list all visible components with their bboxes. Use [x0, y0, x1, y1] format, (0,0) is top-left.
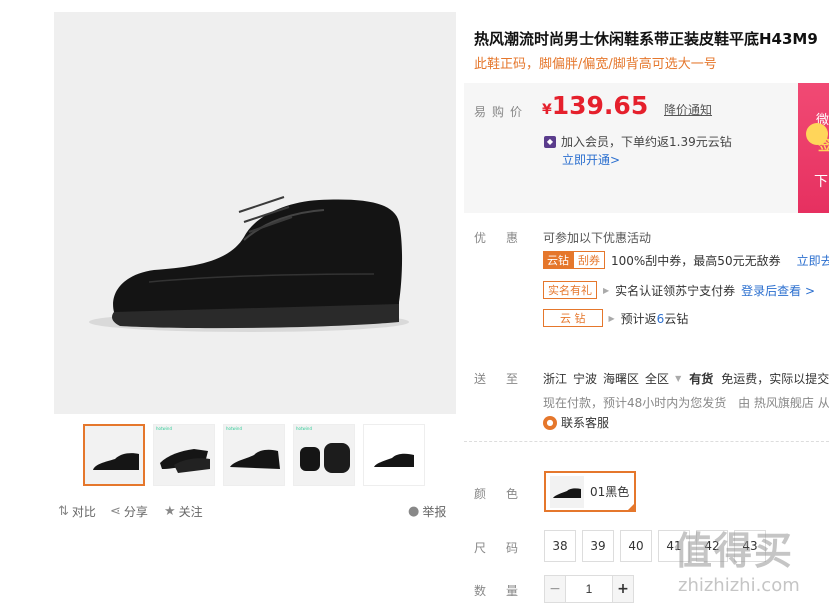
color-option-label: 01黑色: [590, 485, 630, 499]
price-box: 易购价 ¥139.65 降价通知 ◆ 加入会员，下单约返1.39元云钻 立即开通…: [464, 83, 800, 213]
vip-row: ◆ 加入会员，下单约返1.39元云钻: [544, 133, 732, 150]
thumbnail-4[interactable]: hotwind: [293, 424, 355, 486]
thumbnail-3[interactable]: hotwind: [223, 424, 285, 486]
customer-service-link[interactable]: ● 联系客服: [543, 414, 609, 431]
promo-text-suffix: 云钻: [664, 311, 689, 326]
promo-text: 100%刮中券，最高50元无敌券: [611, 253, 781, 268]
share-button[interactable]: ⋖ 分享: [110, 503, 148, 520]
promo-tag: 云钻: [543, 251, 573, 269]
thumbnail-2[interactable]: hotwind: [153, 424, 215, 486]
price-notify-link[interactable]: 降价通知: [664, 101, 712, 118]
star-icon: ★: [164, 504, 176, 519]
region-province: 浙江: [543, 372, 568, 386]
vip-text: 加入会员，下单约返1.39元云钻: [561, 135, 732, 149]
promo-text: 实名认证领苏宁支付券: [615, 283, 736, 298]
main-product-image[interactable]: [54, 12, 456, 414]
chevron-down-icon: ▼: [675, 374, 682, 383]
quantity-label: 数量: [474, 584, 539, 598]
shipping-eta: 现在付款，预计48小时内为您发货: [543, 396, 727, 410]
report-label: 举报: [422, 505, 447, 519]
size-option[interactable]: 39: [582, 530, 614, 562]
info-icon: ●: [408, 504, 420, 519]
watermark-logo: 值得买: [674, 529, 795, 573]
compare-button[interactable]: ⇅ 对比: [58, 503, 96, 520]
promo-banner[interactable]: 微 签 下: [798, 83, 829, 213]
report-button[interactable]: ● 举报: [408, 503, 446, 520]
share-icon: ⋖: [110, 504, 121, 519]
promo-text-prefix: 预计返: [620, 311, 657, 326]
currency-symbol: ¥: [542, 102, 552, 118]
watermark: 值得买 zhizhizhi.com: [674, 520, 800, 596]
customer-service-label: 联系客服: [561, 416, 610, 430]
compare-label: 对比: [71, 505, 96, 519]
thumbnail-5[interactable]: [363, 424, 425, 486]
vip-icon: ◆: [544, 135, 556, 148]
color-option[interactable]: 01黑色: [544, 471, 636, 512]
region-city: 宁波: [573, 372, 598, 386]
follow-button[interactable]: ★ 关注: [164, 503, 203, 520]
caret-right-icon: ▶: [603, 285, 610, 295]
selected-check-icon: [626, 502, 636, 512]
size-option[interactable]: 40: [620, 530, 652, 562]
region-district: 海曙区: [603, 372, 640, 386]
shipping-row: 浙江 宁波 海曙区 全区 ▼ 有货 免运费，实际以提交: [543, 370, 829, 387]
price-value: ¥139.65: [542, 91, 648, 120]
price-label: 易购价: [474, 105, 529, 119]
promo-item: 云 钻 ▶ 预计返6云钻: [543, 309, 688, 327]
promo-tag: 刮券: [573, 251, 605, 269]
promo-link[interactable]: 登录后查看 >: [741, 282, 815, 299]
quantity-decrease-button[interactable]: −: [544, 575, 566, 603]
price-number: 139.65: [551, 91, 649, 120]
promo-text: 预计返6云钻: [621, 310, 689, 327]
share-label: 分享: [123, 505, 148, 519]
seller-info: 由 热风旗舰店 从: [738, 396, 829, 410]
promo-tag: 云 钻: [543, 309, 603, 327]
size-option[interactable]: 38: [544, 530, 576, 562]
promo-tag: 实名有礼: [543, 281, 597, 299]
thumbnail-1[interactable]: [83, 424, 145, 486]
compare-icon: ⇅: [58, 504, 69, 519]
product-subtitle: 此鞋正码，脚偏胖/偏宽/脚背高可选大一号: [474, 57, 717, 72]
caret-right-icon: ▶: [608, 313, 615, 323]
promotions-head: 可参加以下优惠活动: [543, 231, 652, 245]
region-area: 全区: [645, 372, 670, 386]
color-swatch: [550, 475, 584, 508]
quantity-increase-button[interactable]: +: [612, 575, 634, 603]
stock-status: 有货: [689, 372, 714, 386]
promo-item: 云钻 刮券 100%刮中券，最高50元无敌券 立即去: [543, 251, 829, 269]
promo-banner-text-2: 签: [818, 138, 829, 154]
region-selector[interactable]: 浙江 宁波 海曙区 全区 ▼: [543, 370, 681, 387]
color-label: 颜色: [474, 487, 539, 501]
thumbnail-strip: hotwind hotwind hotwind: [83, 424, 425, 486]
promo-link[interactable]: 立即去: [797, 252, 829, 269]
quantity-stepper: − +: [544, 575, 634, 603]
promo-item: 实名有礼 ▶ 实名认证领苏宁支付券 登录后查看 >: [543, 281, 815, 299]
follow-label: 关注: [178, 505, 203, 519]
quantity-input[interactable]: [566, 575, 612, 603]
vip-open-link[interactable]: 立即开通>: [562, 151, 620, 168]
product-title: 热风潮流时尚男士休闲鞋系带正装皮鞋平底H43M9: [474, 30, 818, 48]
watermark-url: zhizhizhi.com: [678, 575, 800, 596]
promo-banner-text-3: 下: [814, 174, 828, 190]
promotions-label: 优惠: [474, 231, 539, 245]
size-label: 尺码: [474, 541, 539, 555]
divider: [464, 441, 829, 442]
shipping-eta-line: 现在付款，预计48小时内为您发货 由 热风旗舰店 从: [543, 394, 829, 411]
gallery-actions: ⇅ 对比 ⋖ 分享 ★ 关注 ● 举报: [58, 503, 453, 521]
shipping-fee: 免运费，实际以提交: [721, 372, 829, 386]
shipping-label: 送至: [474, 372, 539, 386]
chat-icon: ●: [543, 415, 557, 430]
